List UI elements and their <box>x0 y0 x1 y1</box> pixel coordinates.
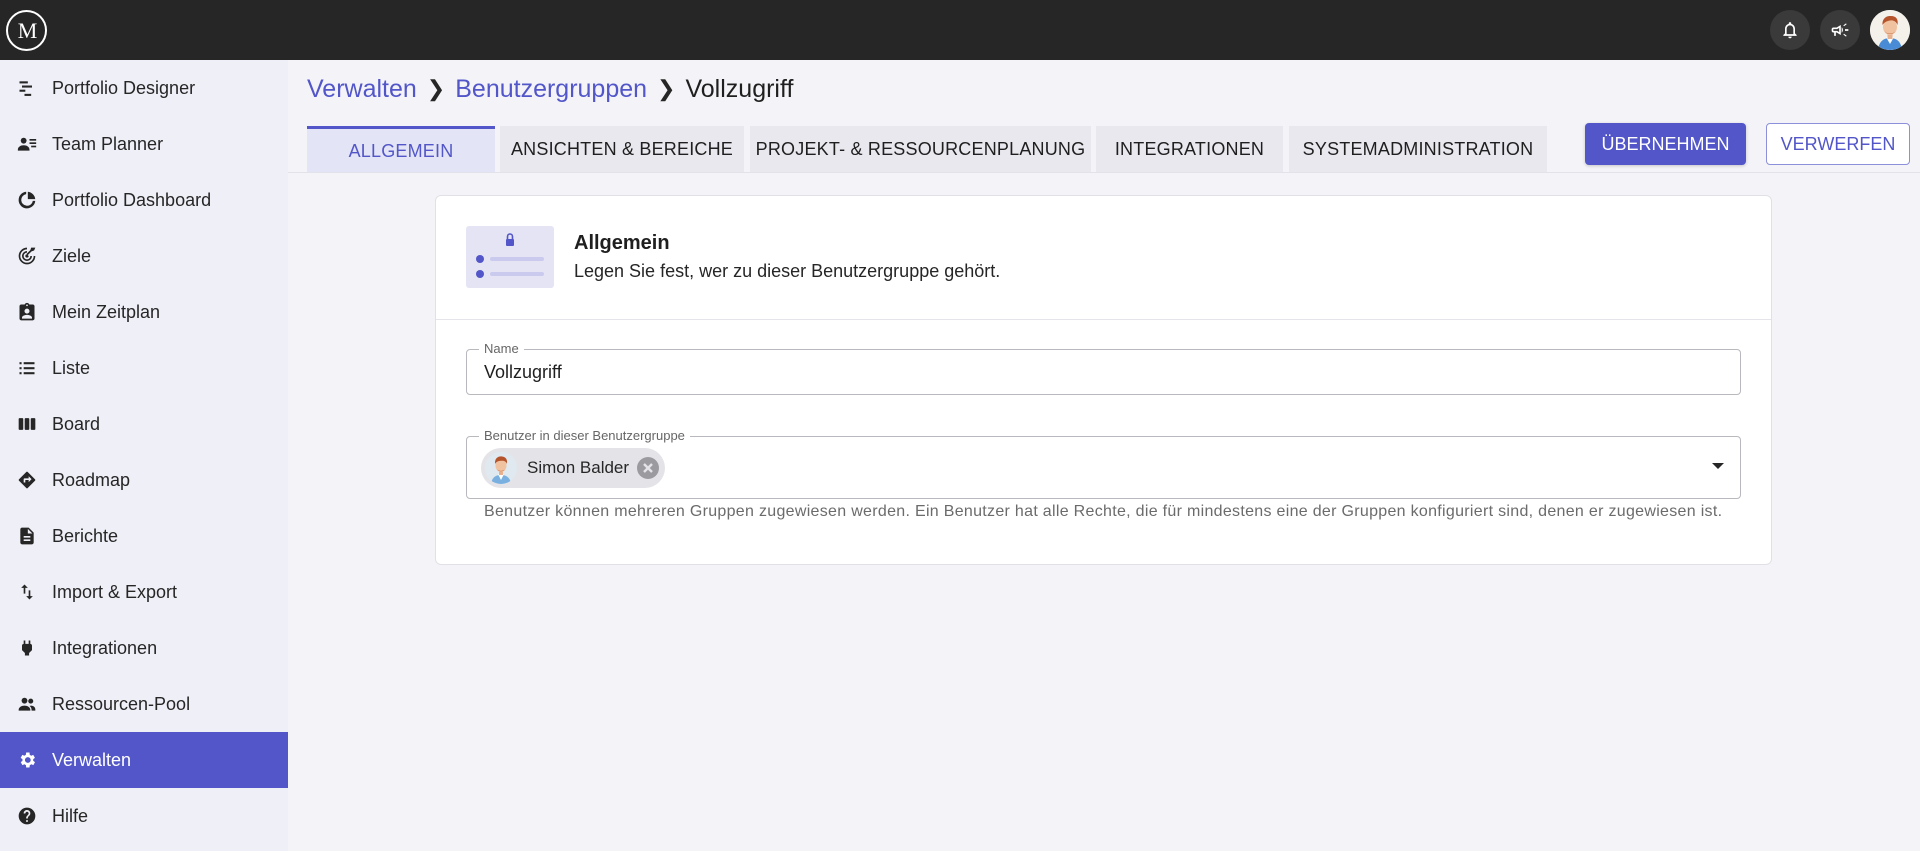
pie-chart-icon <box>16 189 38 211</box>
swap-vertical-icon <box>16 581 38 603</box>
gear-icon <box>16 749 38 771</box>
logo-text: M <box>17 17 38 43</box>
sidebar-item-ressourcen-pool[interactable]: Ressourcen-Pool <box>0 676 288 732</box>
user-chip-label: Simon Balder <box>527 458 630 477</box>
target-icon <box>16 245 38 267</box>
document-icon <box>16 525 38 547</box>
tab-allgemein[interactable]: ALLGEMEIN <box>307 126 495 173</box>
bell-icon[interactable] <box>1770 10 1810 50</box>
team-planner-icon <box>16 133 38 155</box>
tab-systemadministration[interactable]: SYSTEMADMINISTRATION <box>1289 126 1547 173</box>
sidebar-item-label: Mein Zeitplan <box>52 301 161 322</box>
discard-button[interactable]: VERWERFEN <box>1766 123 1910 165</box>
top-bar: M <box>0 0 1920 60</box>
user-chip[interactable]: Simon Balder <box>481 448 666 488</box>
card-title: Allgemein <box>574 232 670 254</box>
name-field[interactable]: Name Vollzugriff <box>466 341 1741 395</box>
directions-icon <box>16 469 38 491</box>
sidebar-item-label: Board <box>52 413 101 434</box>
megaphone-icon[interactable] <box>1820 10 1860 50</box>
sidebar-item-team-planner[interactable]: Team Planner <box>0 116 288 172</box>
logo[interactable]: M <box>6 10 47 51</box>
help-circle-icon <box>16 805 38 827</box>
sidebar: Portfolio Designer Team Planner Portfoli… <box>0 60 288 851</box>
sidebar-item-label: Portfolio Dashboard <box>52 189 212 210</box>
sidebar-item-portfolio-designer[interactable]: Portfolio Designer <box>0 60 288 116</box>
sidebar-item-verwalten[interactable]: Verwalten <box>0 732 288 788</box>
card-divider <box>436 319 1771 320</box>
portfolio-designer-icon <box>16 77 38 99</box>
users-select-field[interactable]: Benutzer in dieser Benutzergruppe Simon … <box>466 428 1741 499</box>
sidebar-item-label: Verwalten <box>52 749 132 770</box>
sidebar-item-hilfe[interactable]: Hilfe <box>0 788 288 844</box>
sidebar-item-roadmap[interactable]: Roadmap <box>0 452 288 508</box>
sidebar-item-berichte[interactable]: Berichte <box>0 508 288 564</box>
sidebar-item-label: Ziele <box>52 245 92 266</box>
chevron-right-icon: ❯ <box>426 76 446 101</box>
name-field-label: Name <box>479 341 524 356</box>
sidebar-item-label: Ressourcen-Pool <box>52 693 191 714</box>
tab-ansichten-bereiche[interactable]: ANSICHTEN & BEREICHE <box>500 126 744 173</box>
remove-chip-icon[interactable] <box>637 457 660 479</box>
sidebar-item-mein-zeitplan[interactable]: Mein Zeitplan <box>0 284 288 340</box>
people-icon <box>16 693 38 715</box>
page-title: Vollzugriff <box>685 74 794 103</box>
sidebar-item-label: Import & Export <box>52 581 178 602</box>
plug-icon <box>16 637 38 659</box>
avatar <box>485 452 517 484</box>
tab-integrationen[interactable]: INTEGRATIONEN <box>1096 126 1283 173</box>
apply-button[interactable]: ÜBERNEHMEN <box>1585 123 1746 165</box>
users-field-label: Benutzer in dieser Benutzergruppe <box>479 428 690 443</box>
sidebar-item-integrationen[interactable]: Integrationen <box>0 620 288 676</box>
sidebar-item-label: Roadmap <box>52 469 131 490</box>
board-columns-icon <box>16 413 38 435</box>
breadcrumb: Verwalten ❯ Benutzergruppen ❯ Vollzugrif… <box>307 72 793 106</box>
tab-projekt-ressourcenplanung[interactable]: PROJEKT- & RESSOURCENPLANUNG <box>750 126 1091 173</box>
sidebar-item-label: Integrationen <box>52 637 158 658</box>
breadcrumb-link-verwalten[interactable]: Verwalten <box>307 75 417 104</box>
breadcrumb-link-benutzergruppen[interactable]: Benutzergruppen <box>455 75 647 104</box>
sidebar-item-portfolio-dashboard[interactable]: Portfolio Dashboard <box>0 172 288 228</box>
chevron-right-icon: ❯ <box>657 76 676 101</box>
users-helper-text: Benutzer können mehreren Gruppen zugewie… <box>484 503 1723 520</box>
sidebar-item-label: Portfolio Designer <box>52 77 196 98</box>
dropdown-arrow-icon[interactable] <box>1712 463 1724 469</box>
sidebar-item-import-export[interactable]: Import & Export <box>0 564 288 620</box>
general-settings-card: Allgemein Legen Sie fest, wer zu dieser … <box>435 195 1772 565</box>
name-field-value[interactable]: Vollzugriff <box>484 362 562 383</box>
sidebar-item-ziele[interactable]: Ziele <box>0 228 288 284</box>
card-subtitle: Legen Sie fest, wer zu dieser Benutzergr… <box>574 261 1001 281</box>
clipboard-user-icon <box>16 301 38 323</box>
sidebar-item-label: Hilfe <box>52 805 89 826</box>
list-icon <box>16 357 38 379</box>
tabs-divider <box>288 172 1920 173</box>
sidebar-item-board[interactable]: Board <box>0 396 288 452</box>
sidebar-item-label: Berichte <box>52 525 119 546</box>
sidebar-item-liste[interactable]: Liste <box>0 340 288 396</box>
sidebar-item-label: Team Planner <box>52 133 164 154</box>
user-avatar[interactable] <box>1870 10 1910 50</box>
sidebar-item-label: Liste <box>52 357 91 378</box>
user-group-illustration <box>466 226 554 288</box>
